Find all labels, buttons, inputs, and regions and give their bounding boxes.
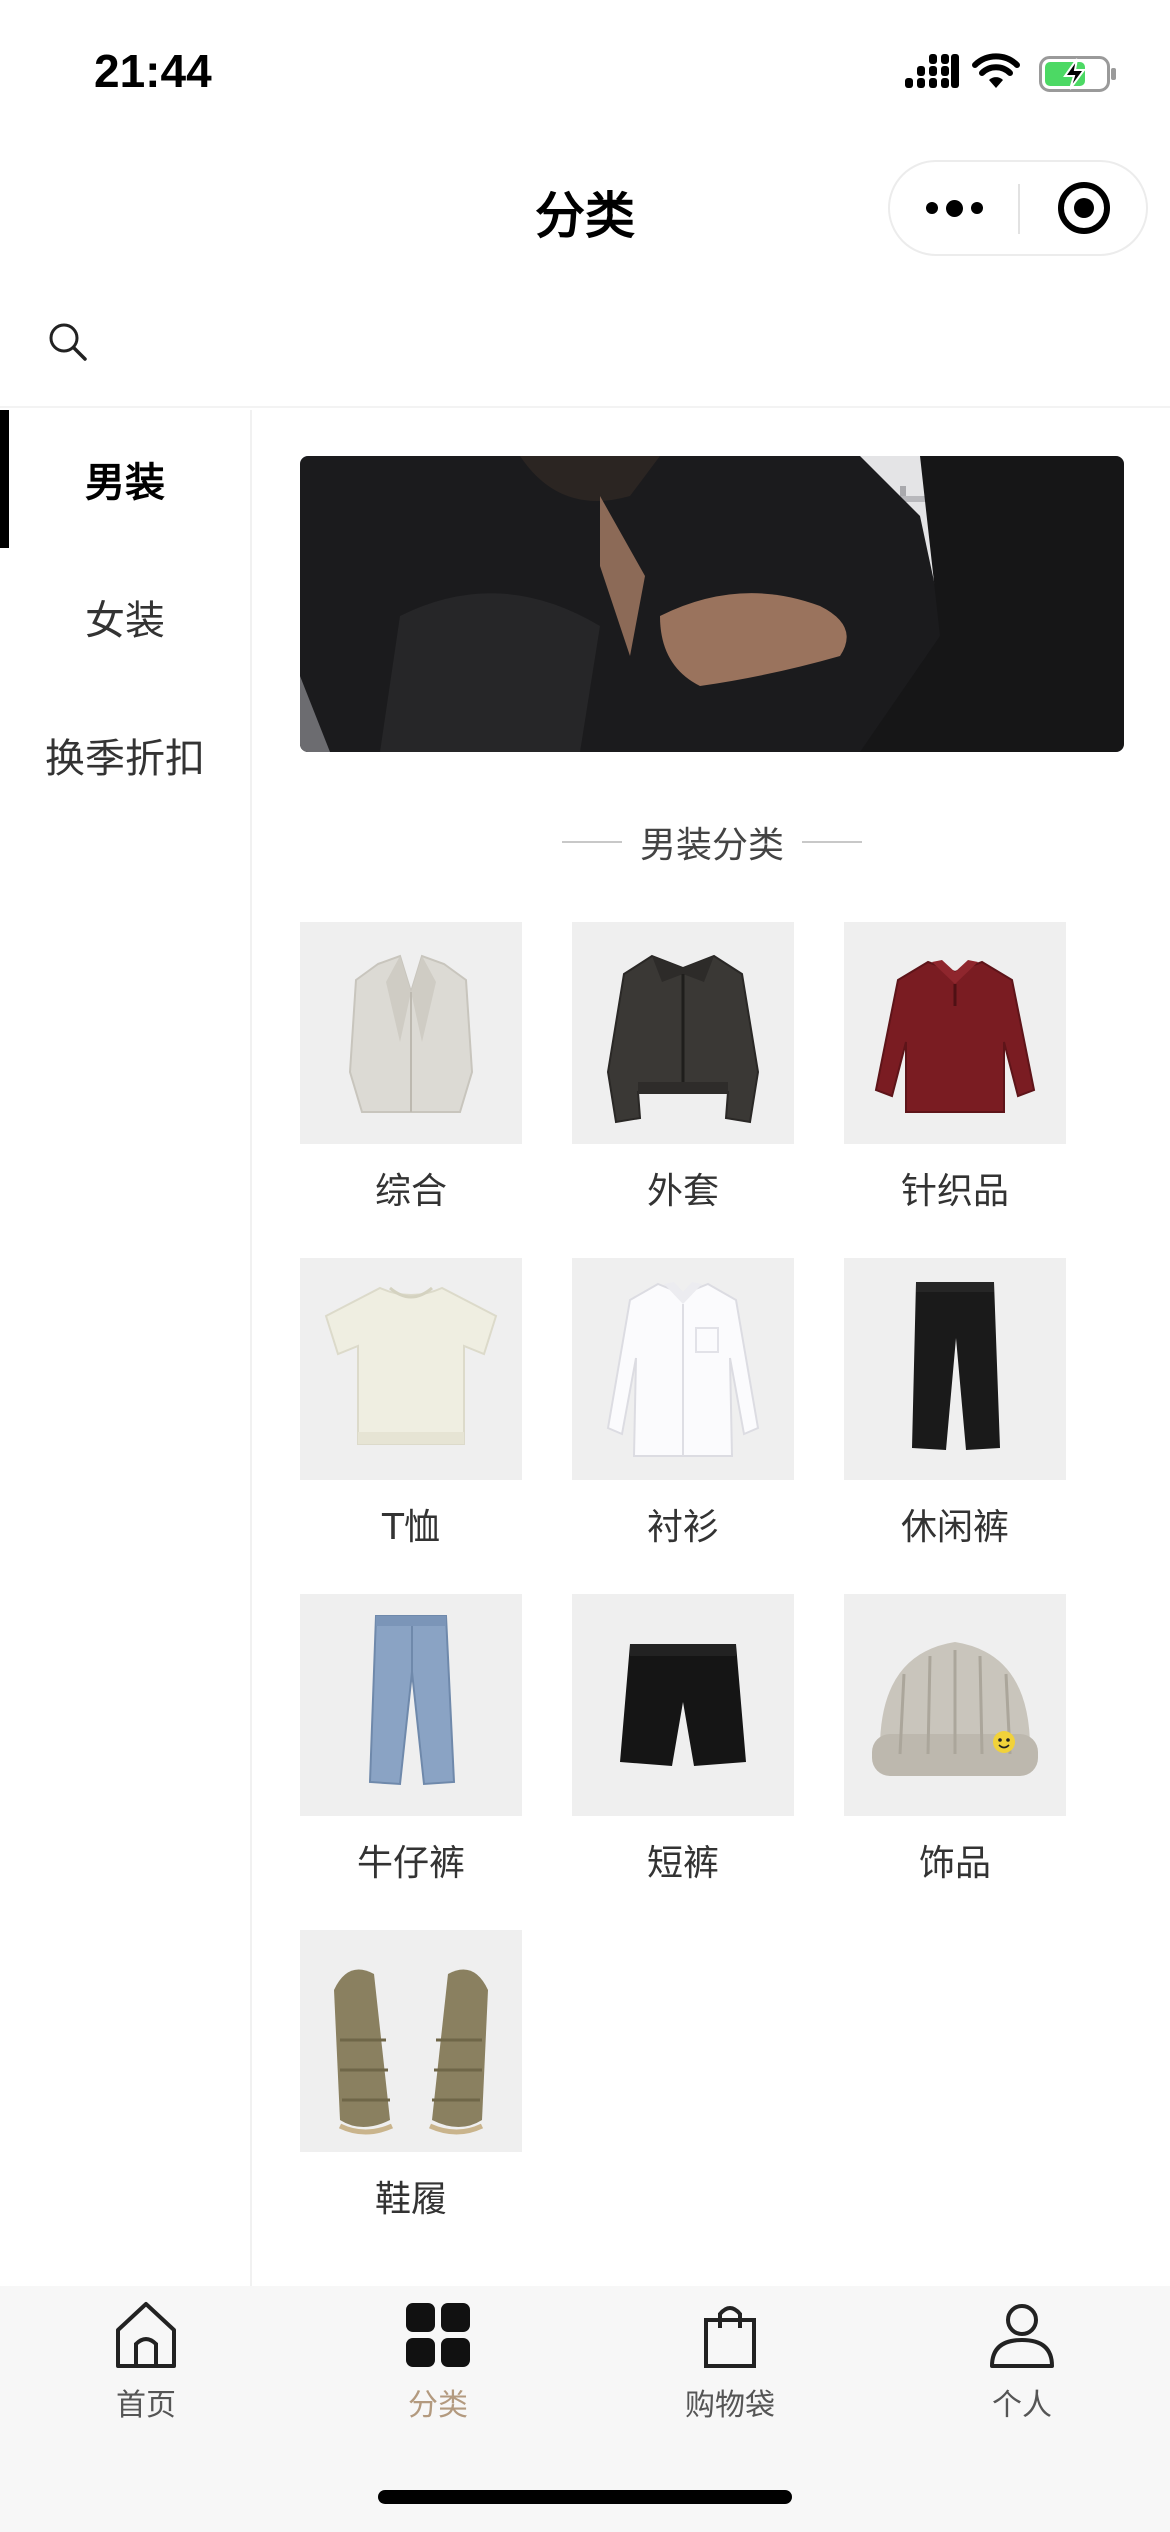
category-item-shoes[interactable]: 鞋履: [300, 1930, 522, 2222]
tab-home[interactable]: 首页: [0, 2286, 292, 2436]
category-label: 短裤: [646, 1843, 719, 1884]
status-bar: 21:44: [0, 0, 1170, 140]
category-thumbnail: [572, 1258, 794, 1480]
category-label: 鞋履: [374, 2179, 447, 2220]
tab-label: 首页: [116, 2388, 176, 2423]
more-button[interactable]: [890, 162, 1018, 254]
more-icon: [925, 202, 938, 214]
category-thumbnail: [300, 1930, 522, 2152]
more-icon-dot: [970, 202, 983, 214]
mini-program-capsule: [888, 160, 1148, 256]
category-thumbnail: [572, 1594, 794, 1816]
category-label: 针织品: [900, 1171, 1009, 1212]
category-item-knitwear[interactable]: 针织品: [844, 922, 1066, 1214]
category-label: 综合: [374, 1171, 447, 1212]
category-item-outerwear[interactable]: 外套: [572, 922, 794, 1214]
category-thumbnail: [300, 1258, 522, 1480]
category-item-accessories[interactable]: 饰品: [844, 1594, 1066, 1886]
section-divider: [802, 841, 862, 843]
home-indicator: [378, 2490, 792, 2504]
active-indicator: [0, 410, 9, 548]
category-label: 外套: [646, 1171, 719, 1212]
category-label: 牛仔裤: [356, 1843, 465, 1884]
category-label: 饰品: [918, 1843, 991, 1884]
menswear-banner-image[interactable]: [300, 456, 1124, 752]
close-target-icon: [1058, 182, 1110, 234]
tab-profile[interactable]: 个人: [876, 2286, 1168, 2436]
category-sidebar: 男装 女装 换季折扣: [0, 410, 252, 2286]
tab-label: 购物袋: [685, 2388, 775, 2423]
category-grid-icon: [406, 2303, 470, 2367]
status-time: 21:44: [94, 45, 212, 97]
category-item-shorts[interactable]: 短裤: [572, 1594, 794, 1886]
tab-category[interactable]: 分类: [292, 2286, 584, 2436]
category-label: 休闲裤: [900, 1507, 1009, 1548]
category-thumbnail: [300, 1594, 522, 1816]
category-item-trousers[interactable]: 休闲裤: [844, 1258, 1066, 1550]
wifi-icon: [972, 53, 1020, 88]
person-icon: [990, 2304, 1054, 2368]
search-bar[interactable]: [0, 290, 1170, 408]
close-button[interactable]: [1020, 162, 1148, 254]
nav-bar: 分类: [0, 140, 1170, 274]
shopping-bag-icon: [704, 2306, 756, 2368]
tab-shopping-bag[interactable]: 购物袋: [584, 2286, 876, 2436]
category-item-shirt[interactable]: 衬衫: [572, 1258, 794, 1550]
category-thumbnail: [844, 922, 1066, 1144]
category-thumbnail: [844, 1594, 1066, 1816]
section-title: 男装分类: [639, 825, 784, 866]
sidebar-item-label: 男装: [85, 460, 165, 506]
category-item-tshirt[interactable]: T恤: [300, 1258, 522, 1550]
sidebar-item-label: 女装: [85, 598, 165, 644]
home-icon: [116, 2302, 176, 2368]
tab-label: 分类: [408, 2388, 468, 2423]
sidebar-item-season-sale[interactable]: 换季折扣: [0, 686, 250, 824]
category-thumbnail: [300, 922, 522, 1144]
category-label: 衬衫: [646, 1507, 719, 1548]
section-header: 男装分类: [254, 812, 1170, 872]
signal-icon: [905, 54, 959, 88]
sidebar-item-womenswear[interactable]: 女装: [0, 548, 250, 686]
more-icon-dot: [945, 199, 963, 217]
battery-charging-icon: [1039, 56, 1116, 92]
category-label: T恤: [382, 1507, 440, 1548]
tab-label: 个人: [992, 2388, 1052, 2423]
category-thumbnail: [572, 922, 794, 1144]
category-content: 男装分类 综合 外套 针织品 T恤 衬衫 休闲裤 牛仔裤 短裤 饰品 鞋履: [254, 410, 1170, 2286]
sidebar-item-menswear[interactable]: 男装: [0, 410, 250, 548]
sidebar-item-label: 换季折扣: [45, 736, 205, 782]
category-item-jeans[interactable]: 牛仔裤: [300, 1594, 522, 1886]
search-icon[interactable]: [46, 320, 90, 364]
section-divider: [561, 841, 622, 843]
category-item-general[interactable]: 综合: [300, 922, 522, 1214]
category-thumbnail: [844, 1258, 1066, 1480]
